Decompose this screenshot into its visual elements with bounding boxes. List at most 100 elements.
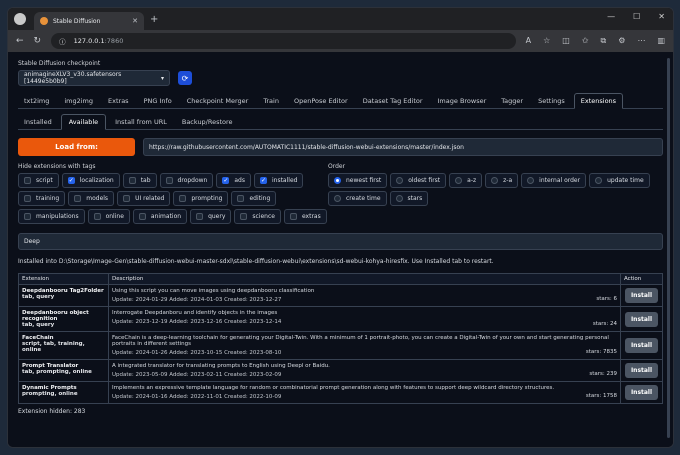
back-icon[interactable]: ← (16, 36, 24, 46)
tab-png-info[interactable]: PNG Info (138, 97, 178, 108)
checkbox-icon[interactable] (138, 213, 146, 220)
checkbox-icon[interactable]: ✓ (259, 177, 267, 184)
hide-tag-extras[interactable]: extras (283, 209, 327, 224)
hide-tag-animation[interactable]: animation (132, 209, 188, 224)
hide-tag-tab[interactable]: tab (122, 173, 157, 188)
sidebar-icon[interactable]: ▥ (657, 36, 665, 46)
order-internal-order[interactable]: internal order (521, 173, 587, 188)
tab-tagger[interactable]: Tagger (495, 97, 529, 108)
info-icon[interactable]: ⓘ (59, 36, 66, 46)
reload-icon[interactable]: ↻ (34, 36, 42, 46)
tab-train[interactable]: Train (257, 97, 285, 108)
minimize-icon[interactable]: — (607, 12, 615, 21)
favorites-icon[interactable]: ✩ (582, 36, 589, 46)
hide-tag-ui-related[interactable]: UI related (117, 191, 171, 206)
radio-icon[interactable] (396, 177, 404, 184)
tab-checkpoint-merger[interactable]: Checkpoint Merger (181, 97, 255, 108)
menu-icon[interactable]: ⋯ (637, 36, 645, 46)
subtab-install-from-url[interactable]: Install from URL (109, 118, 173, 129)
browser-tab[interactable]: Stable Diffusion ✕ (34, 12, 144, 30)
checkbox-icon[interactable]: ✓ (222, 177, 230, 184)
checkbox-icon[interactable]: ✓ (67, 177, 75, 184)
checkbox-icon[interactable] (24, 213, 31, 220)
hide-tag-editing[interactable]: editing (231, 191, 277, 206)
radio-icon[interactable] (395, 195, 403, 202)
order-z-a[interactable]: z-a (485, 173, 519, 188)
hide-tag-training[interactable]: training (18, 191, 66, 206)
tab-openpose-editor[interactable]: OpenPose Editor (288, 97, 354, 108)
checkbox-icon[interactable] (128, 177, 136, 184)
checkbox-icon[interactable] (179, 195, 187, 202)
checkbox-icon[interactable] (289, 213, 297, 220)
hide-tag-label: dropdown (177, 177, 208, 184)
tab-extras[interactable]: Extras (102, 97, 135, 108)
close-window-icon[interactable]: ✕ (658, 12, 665, 21)
checkbox-icon[interactable] (165, 177, 173, 184)
address-bar[interactable]: ⓘ 127.0.0.1:7860 (51, 33, 516, 49)
extension-name[interactable]: Deepdanbooru object recognition (22, 310, 105, 322)
order-oldest-first[interactable]: oldest first (390, 173, 447, 188)
tab-image-browser[interactable]: Image Browser (432, 97, 493, 108)
hide-tag-online[interactable]: online (87, 209, 130, 224)
col-action: Action (620, 273, 663, 285)
tab-dataset-tag-editor[interactable]: Dataset Tag Editor (357, 97, 429, 108)
close-tab-icon[interactable]: ✕ (132, 17, 138, 25)
checkbox-icon[interactable] (237, 195, 245, 202)
hide-tag-models[interactable]: models (68, 191, 115, 206)
scrollbar[interactable] (667, 58, 670, 438)
checkbox-icon[interactable] (74, 195, 82, 202)
refresh-checkpoint-button[interactable]: ⟳ (178, 71, 192, 85)
hide-tag-query[interactable]: query (190, 209, 232, 224)
collections-icon[interactable]: ⧉ (601, 36, 607, 46)
checkbox-icon[interactable] (93, 213, 101, 220)
radio-icon[interactable] (595, 177, 603, 184)
checkbox-icon[interactable] (123, 195, 131, 202)
radio-icon[interactable] (491, 177, 499, 184)
hide-tag-script[interactable]: script (18, 173, 59, 188)
hide-tag-prompting[interactable]: prompting (173, 191, 229, 206)
install-button[interactable]: Install (624, 288, 659, 303)
install-button[interactable]: Install (624, 363, 659, 378)
hidden-count: Extension hidden: 283 (18, 408, 86, 415)
checkbox-icon[interactable] (196, 213, 204, 220)
extensions-icon[interactable]: ⚙ (618, 36, 625, 46)
checkpoint-select[interactable]: animagineXLV3_v30.safetensors [1449e5b0b… (18, 70, 170, 86)
hide-tag-installed[interactable]: ✓ installed (253, 173, 304, 188)
hide-tag-localization[interactable]: ✓ localization (61, 173, 120, 188)
order-update-time[interactable]: update time (589, 173, 650, 188)
maximize-icon[interactable]: ☐ (633, 12, 640, 21)
hide-tag-science[interactable]: science (234, 209, 281, 224)
order-a-z[interactable]: a-z (449, 173, 483, 188)
tab-extensions[interactable]: Extensions (573, 93, 624, 109)
order-newest-first[interactable]: newest first (328, 173, 388, 188)
radio-icon[interactable] (334, 195, 341, 202)
order-create-time[interactable]: create time (328, 191, 387, 206)
radio-icon[interactable] (334, 177, 341, 184)
install-button[interactable]: Install (624, 338, 659, 353)
hide-tag-manipulations[interactable]: manipulations (18, 209, 85, 224)
hide-tag-ads[interactable]: ✓ ads (216, 173, 251, 188)
radio-icon[interactable] (455, 177, 463, 184)
hide-tag-dropdown[interactable]: dropdown (159, 173, 214, 188)
radio-icon[interactable] (527, 177, 535, 184)
subtab-available[interactable]: Available (60, 114, 107, 130)
tab-txt2img[interactable]: txt2img (18, 97, 55, 108)
subtab-installed[interactable]: Installed (18, 118, 58, 129)
favorite-star-icon[interactable]: ☆ (543, 36, 550, 46)
split-screen-icon[interactable]: ◫ (562, 36, 570, 46)
profile-avatar[interactable] (14, 13, 26, 25)
index-url-input[interactable]: https://raw.githubusercontent.com/AUTOMA… (143, 138, 663, 156)
checkbox-icon[interactable] (24, 177, 31, 184)
checkbox-icon[interactable] (24, 195, 31, 202)
tab-img2img[interactable]: img2img (58, 97, 99, 108)
install-button[interactable]: Install (624, 385, 659, 400)
extension-search-input[interactable]: Deep (18, 233, 663, 250)
subtab-backup-restore[interactable]: Backup/Restore (176, 118, 239, 129)
order-stars[interactable]: stars (389, 191, 429, 206)
install-button[interactable]: Install (624, 311, 659, 327)
new-tab-icon[interactable]: + (150, 14, 158, 25)
checkbox-icon[interactable] (240, 213, 248, 220)
tab-settings[interactable]: Settings (532, 97, 571, 108)
load-from-button[interactable]: Load from: (18, 138, 135, 156)
read-aloud-icon[interactable]: A (526, 36, 531, 46)
